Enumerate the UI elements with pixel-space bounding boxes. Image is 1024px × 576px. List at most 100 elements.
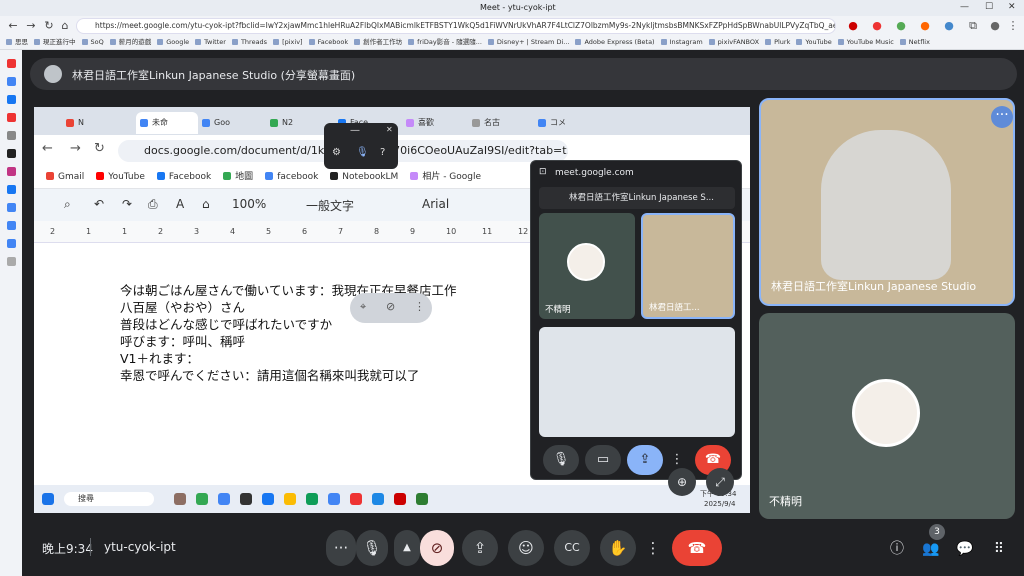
more-actions-left-button[interactable]: ··· (326, 530, 356, 566)
captions-button[interactable]: CC (554, 530, 590, 566)
emoji-button[interactable]: ☺ (508, 530, 544, 566)
browser-title-bar: Meet - ytu-cyok-ipt — ☐ ✕ (0, 0, 1024, 16)
end-call-button[interactable]: ☎ (672, 530, 722, 566)
forward-icon[interactable]: → (24, 19, 38, 32)
tab-photos: 喜歡 (402, 112, 464, 134)
bookmark-item[interactable]: 創作者工作坊 (354, 36, 402, 49)
ruler-mark: 11 (482, 227, 493, 236)
menu-icon[interactable]: ⋮ (1006, 19, 1020, 32)
bookmark-item[interactable]: SoQ (82, 36, 104, 49)
puzzle-icon[interactable]: ⧉ (966, 19, 980, 33)
shared-bookmark-item: Facebook (157, 167, 211, 188)
style-select: 一般文字 (306, 199, 355, 213)
zoom-icon[interactable]: ⊕ (668, 468, 696, 496)
extension-icon[interactable]: ● (870, 19, 884, 32)
shared-bookmark-item: YouTube (96, 167, 145, 188)
doc-line: 幸恩で呼んでください：請用這個名稱來叫我就可以了 (120, 368, 420, 383)
tile-name: 不精明 (769, 495, 802, 508)
activities-icon[interactable]: ⠿ (988, 538, 1010, 560)
shared-bookmark-item: facebook (265, 167, 318, 188)
camera-options-button[interactable]: ▲ (394, 530, 420, 566)
raise-hand-button[interactable]: ✋ (600, 530, 636, 566)
bookmark-item[interactable]: YouTube Music (838, 36, 894, 49)
chat-icon[interactable]: 💬 (954, 538, 976, 560)
profile-icon[interactable]: ● (988, 19, 1002, 32)
bookmark-item[interactable]: 薪月的遊戲 (110, 36, 152, 49)
ruler-mark: 12 (518, 227, 529, 236)
bookmark-item[interactable]: friDay影音 - 隨選隨... (408, 36, 482, 49)
tab-gmail: N (62, 112, 108, 134)
bookmark-item[interactable]: Disney+ | Stream Di... (488, 36, 570, 49)
back-icon[interactable]: ← (6, 19, 20, 32)
more-options-button[interactable]: ⋮ (638, 530, 668, 566)
extension-icon[interactable]: ● (918, 19, 932, 32)
bookmarks-bar: 思思 現正進行中 SoQ 薪月的遊戲 Google Twitter Threads [pixi… (0, 36, 1024, 50)
redo-icon: ↷ (122, 197, 133, 211)
shared-taskbar: 搜尋 下午 09:34 2025/9/4 (34, 485, 750, 513)
pin-off-icon: ⌖ (360, 300, 367, 313)
bookmark-item[interactable]: YouTube (796, 36, 831, 49)
pip-tile-presenter: 林君日語工... (641, 213, 735, 319)
participant-count-badge: 3 (929, 524, 945, 540)
more-options-icon[interactable]: ··· (991, 106, 1013, 128)
bookmark-item[interactable]: pixivFANBOX (709, 36, 759, 49)
bookmark-item[interactable]: Plurk (765, 36, 790, 49)
presenter-video-tile[interactable]: ··· 林君日語工作室Linkun Japanese Studio (759, 98, 1015, 306)
ruler-mark: 4 (230, 227, 236, 236)
bookmark-item[interactable]: Threads (232, 36, 267, 49)
extension-icon[interactable]: ● (846, 19, 860, 32)
bookmark-item[interactable]: [pixiv] (273, 36, 303, 49)
bookmark-item[interactable]: Google (157, 36, 189, 49)
avatar (567, 243, 605, 281)
window-title: Meet - ytu-cyok-ipt (480, 3, 556, 12)
pip-present-button[interactable]: ⇪ (627, 445, 663, 475)
ruler-mark: 1 (86, 227, 92, 236)
floating-controls: ⌖ ⊘ ⋮ (350, 293, 432, 323)
info-icon[interactable]: ⓘ (886, 538, 908, 560)
more-icon: ⋮ (414, 300, 425, 313)
tile-name: 林君日語工作室Linkun Japanese Studio (771, 280, 977, 293)
mic-icon: 🎙 (356, 147, 369, 158)
avatar (821, 130, 951, 280)
reload-icon[interactable]: ↻ (42, 19, 56, 32)
side-panel-strip (0, 50, 22, 576)
font-select: Arial (422, 197, 450, 211)
bookmark-item[interactable]: Instagram (661, 36, 703, 49)
expand-icon[interactable]: ⤢ (706, 468, 734, 496)
bookmark-item[interactable]: Netflix (900, 36, 930, 49)
bookmark-item[interactable]: 思思 (6, 36, 28, 49)
presenter-banner: 林君日語工作室Linkun Japanese Studio (分享螢幕畫面) (30, 58, 1017, 90)
participant-video-tile[interactable]: 不精明 (759, 313, 1015, 519)
divider (90, 538, 91, 556)
present-button[interactable]: ⇪ (462, 530, 498, 566)
address-bar-row: ← → ↻ ⌂ https://meet.google.com/ytu-cyok… (0, 16, 1024, 36)
bookmark-item[interactable]: Adobe Express (Beta) (575, 36, 654, 49)
pip-camera-button[interactable]: ▭ (585, 445, 621, 475)
extension-icon[interactable]: ● (942, 19, 956, 32)
ruler-mark: 2 (50, 227, 56, 236)
extension-icon[interactable]: ● (894, 19, 908, 32)
close-icon[interactable]: ✕ (1008, 2, 1016, 12)
ruler-mark: 3 (194, 227, 200, 236)
ruler-mark: 8 (374, 227, 380, 236)
bookmark-item[interactable]: 現正進行中 (34, 36, 76, 49)
home-icon[interactable]: ⌂ (58, 19, 72, 32)
people-icon[interactable]: 👥 (920, 538, 942, 560)
meeting-code: ytu-cyok-ipt (104, 540, 176, 554)
bookmark-item[interactable]: Facebook (309, 36, 349, 49)
pip-mic-button[interactable]: 🎙 (543, 445, 579, 475)
url-field[interactable]: https://meet.google.com/ytu-cyok-ipt?fbc… (76, 18, 836, 34)
camera-off-button[interactable]: ⊘ (420, 530, 454, 566)
maximize-icon[interactable]: ☐ (985, 2, 993, 12)
presenter-avatar (44, 65, 62, 83)
ruler-mark: 7 (338, 227, 344, 236)
pip-tile-participant: 不精明 (539, 213, 635, 319)
tab-doc: 未命 (136, 112, 198, 134)
tab-nagoya: 名古 (468, 112, 530, 134)
tab-comment: コメ (534, 112, 596, 134)
lock-icon: ⊡ (539, 167, 547, 177)
ruler-mark: 10 (446, 227, 457, 236)
minimize-icon[interactable]: — (960, 2, 969, 12)
mic-button[interactable]: 🎙 (356, 530, 388, 566)
bookmark-item[interactable]: Twitter (195, 36, 226, 49)
